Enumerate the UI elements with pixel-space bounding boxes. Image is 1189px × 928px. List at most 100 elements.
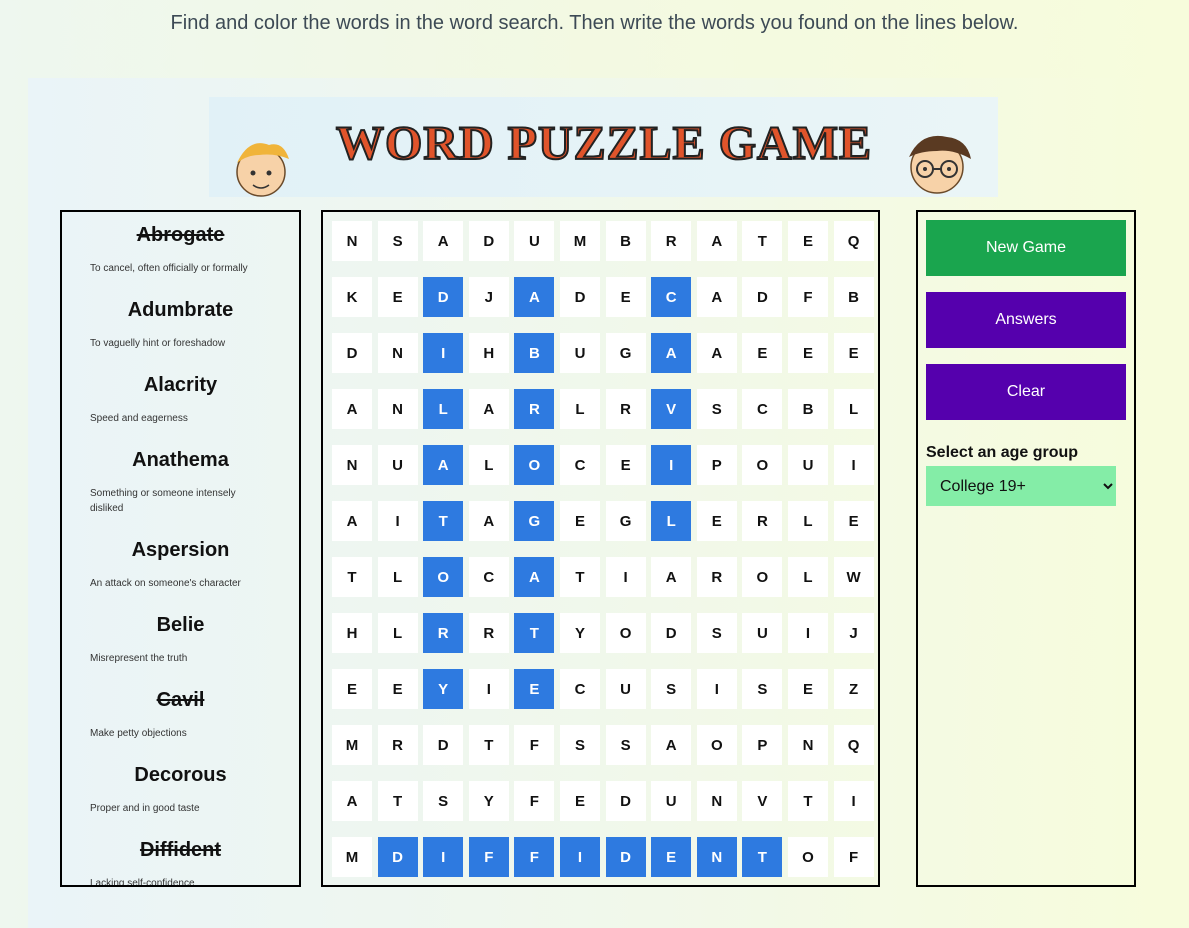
grid-cell[interactable]: O xyxy=(742,445,783,485)
grid-cell[interactable]: I xyxy=(560,837,600,877)
grid-cell[interactable]: U xyxy=(377,445,418,485)
grid-cell[interactable]: A xyxy=(332,501,372,541)
grid-cell[interactable]: A xyxy=(651,333,692,373)
grid-cell[interactable]: A xyxy=(332,781,372,821)
grid-cell[interactable]: A xyxy=(468,501,509,541)
grid-cell[interactable]: P xyxy=(742,725,783,765)
grid-cell[interactable]: Q xyxy=(833,725,874,765)
grid-cell[interactable]: W xyxy=(833,557,874,597)
grid-cell[interactable]: A xyxy=(696,277,737,317)
grid-cell[interactable]: F xyxy=(788,277,828,317)
grid-cell[interactable]: R xyxy=(468,613,509,653)
grid-cell[interactable]: N xyxy=(377,389,418,429)
age-group-select[interactable]: College 19+ xyxy=(926,466,1116,506)
grid-cell[interactable]: B xyxy=(605,221,646,261)
grid-cell[interactable]: B xyxy=(833,277,874,317)
grid-cell[interactable]: C xyxy=(742,389,783,429)
grid-cell[interactable]: C xyxy=(560,669,600,709)
grid-cell[interactable]: H xyxy=(332,613,372,653)
grid-cell[interactable]: A xyxy=(696,333,737,373)
grid-cell[interactable]: O xyxy=(742,557,783,597)
grid-cell[interactable]: T xyxy=(377,781,418,821)
grid-cell[interactable]: A xyxy=(332,389,372,429)
grid-cell[interactable]: B xyxy=(514,333,555,373)
grid-cell[interactable]: O xyxy=(696,725,737,765)
grid-cell[interactable]: R xyxy=(605,389,646,429)
grid-cell[interactable]: R xyxy=(742,501,783,541)
grid-cell[interactable]: I xyxy=(788,613,828,653)
grid-cell[interactable]: T xyxy=(468,725,509,765)
grid-cell[interactable]: E xyxy=(377,277,418,317)
grid-cell[interactable]: D xyxy=(605,781,646,821)
grid-cell[interactable]: T xyxy=(742,837,783,877)
grid-cell[interactable]: R xyxy=(423,613,464,653)
grid-cell[interactable]: A xyxy=(696,221,737,261)
grid-cell[interactable]: I xyxy=(605,557,646,597)
grid-cell[interactable]: L xyxy=(377,557,418,597)
grid-cell[interactable]: A xyxy=(423,445,464,485)
grid-cell[interactable]: E xyxy=(560,781,600,821)
clear-button[interactable]: Clear xyxy=(926,364,1126,420)
grid-cell[interactable]: D xyxy=(605,837,646,877)
grid-cell[interactable]: C xyxy=(651,277,692,317)
grid-cell[interactable]: I xyxy=(468,669,509,709)
grid-cell[interactable]: O xyxy=(423,557,464,597)
grid-cell[interactable]: S xyxy=(696,613,737,653)
grid-cell[interactable]: F xyxy=(833,837,874,877)
grid-cell[interactable]: G xyxy=(514,501,555,541)
grid-cell[interactable]: O xyxy=(514,445,555,485)
grid-cell[interactable]: I xyxy=(423,333,464,373)
grid-cell[interactable]: N xyxy=(788,725,828,765)
grid-cell[interactable]: D xyxy=(423,277,464,317)
grid-cell[interactable]: N xyxy=(332,221,372,261)
grid-cell[interactable]: N xyxy=(332,445,372,485)
grid-cell[interactable]: S xyxy=(377,221,418,261)
grid-cell[interactable]: F xyxy=(514,725,555,765)
grid-cell[interactable]: B xyxy=(788,389,828,429)
grid-cell[interactable]: F xyxy=(468,837,509,877)
grid-cell[interactable]: T xyxy=(332,557,372,597)
grid-cell[interactable]: U xyxy=(514,221,555,261)
grid-cell[interactable]: E xyxy=(788,669,828,709)
grid-cell[interactable]: M xyxy=(332,837,372,877)
grid-cell[interactable]: A xyxy=(651,725,692,765)
grid-cell[interactable]: D xyxy=(423,725,464,765)
grid-cell[interactable]: Q xyxy=(833,221,874,261)
grid-cell[interactable]: N xyxy=(377,333,418,373)
grid-cell[interactable]: D xyxy=(560,277,600,317)
grid-cell[interactable]: E xyxy=(696,501,737,541)
grid-cell[interactable]: T xyxy=(788,781,828,821)
grid-cell[interactable]: S xyxy=(423,781,464,821)
grid-cell[interactable]: I xyxy=(377,501,418,541)
grid-cell[interactable]: D xyxy=(742,277,783,317)
grid-cell[interactable]: N xyxy=(696,781,737,821)
grid-cell[interactable]: L xyxy=(833,389,874,429)
grid-cell[interactable]: U xyxy=(742,613,783,653)
answers-button[interactable]: Answers xyxy=(926,292,1126,348)
grid-cell[interactable]: E xyxy=(332,669,372,709)
grid-cell[interactable]: U xyxy=(605,669,646,709)
grid-cell[interactable]: D xyxy=(651,613,692,653)
grid-cell[interactable]: L xyxy=(377,613,418,653)
grid-cell[interactable]: A xyxy=(423,221,464,261)
grid-cell[interactable]: Z xyxy=(833,669,874,709)
grid-cell[interactable]: J xyxy=(833,613,874,653)
grid-cell[interactable]: R xyxy=(514,389,555,429)
grid-cell[interactable]: M xyxy=(560,221,600,261)
grid-cell[interactable]: S xyxy=(651,669,692,709)
grid-cell[interactable]: G xyxy=(605,501,646,541)
grid-cell[interactable]: I xyxy=(696,669,737,709)
grid-cell[interactable]: C xyxy=(560,445,600,485)
grid-cell[interactable]: O xyxy=(788,837,828,877)
grid-cell[interactable]: Y xyxy=(560,613,600,653)
grid-cell[interactable]: M xyxy=(332,725,372,765)
grid-cell[interactable]: F xyxy=(514,781,555,821)
grid-cell[interactable]: C xyxy=(468,557,509,597)
grid-cell[interactable]: E xyxy=(651,837,692,877)
grid-cell[interactable]: E xyxy=(605,445,646,485)
grid-cell[interactable]: S xyxy=(696,389,737,429)
grid-cell[interactable]: V xyxy=(742,781,783,821)
grid-cell[interactable]: L xyxy=(423,389,464,429)
grid-cell[interactable]: T xyxy=(560,557,600,597)
grid-cell[interactable]: Y xyxy=(423,669,464,709)
